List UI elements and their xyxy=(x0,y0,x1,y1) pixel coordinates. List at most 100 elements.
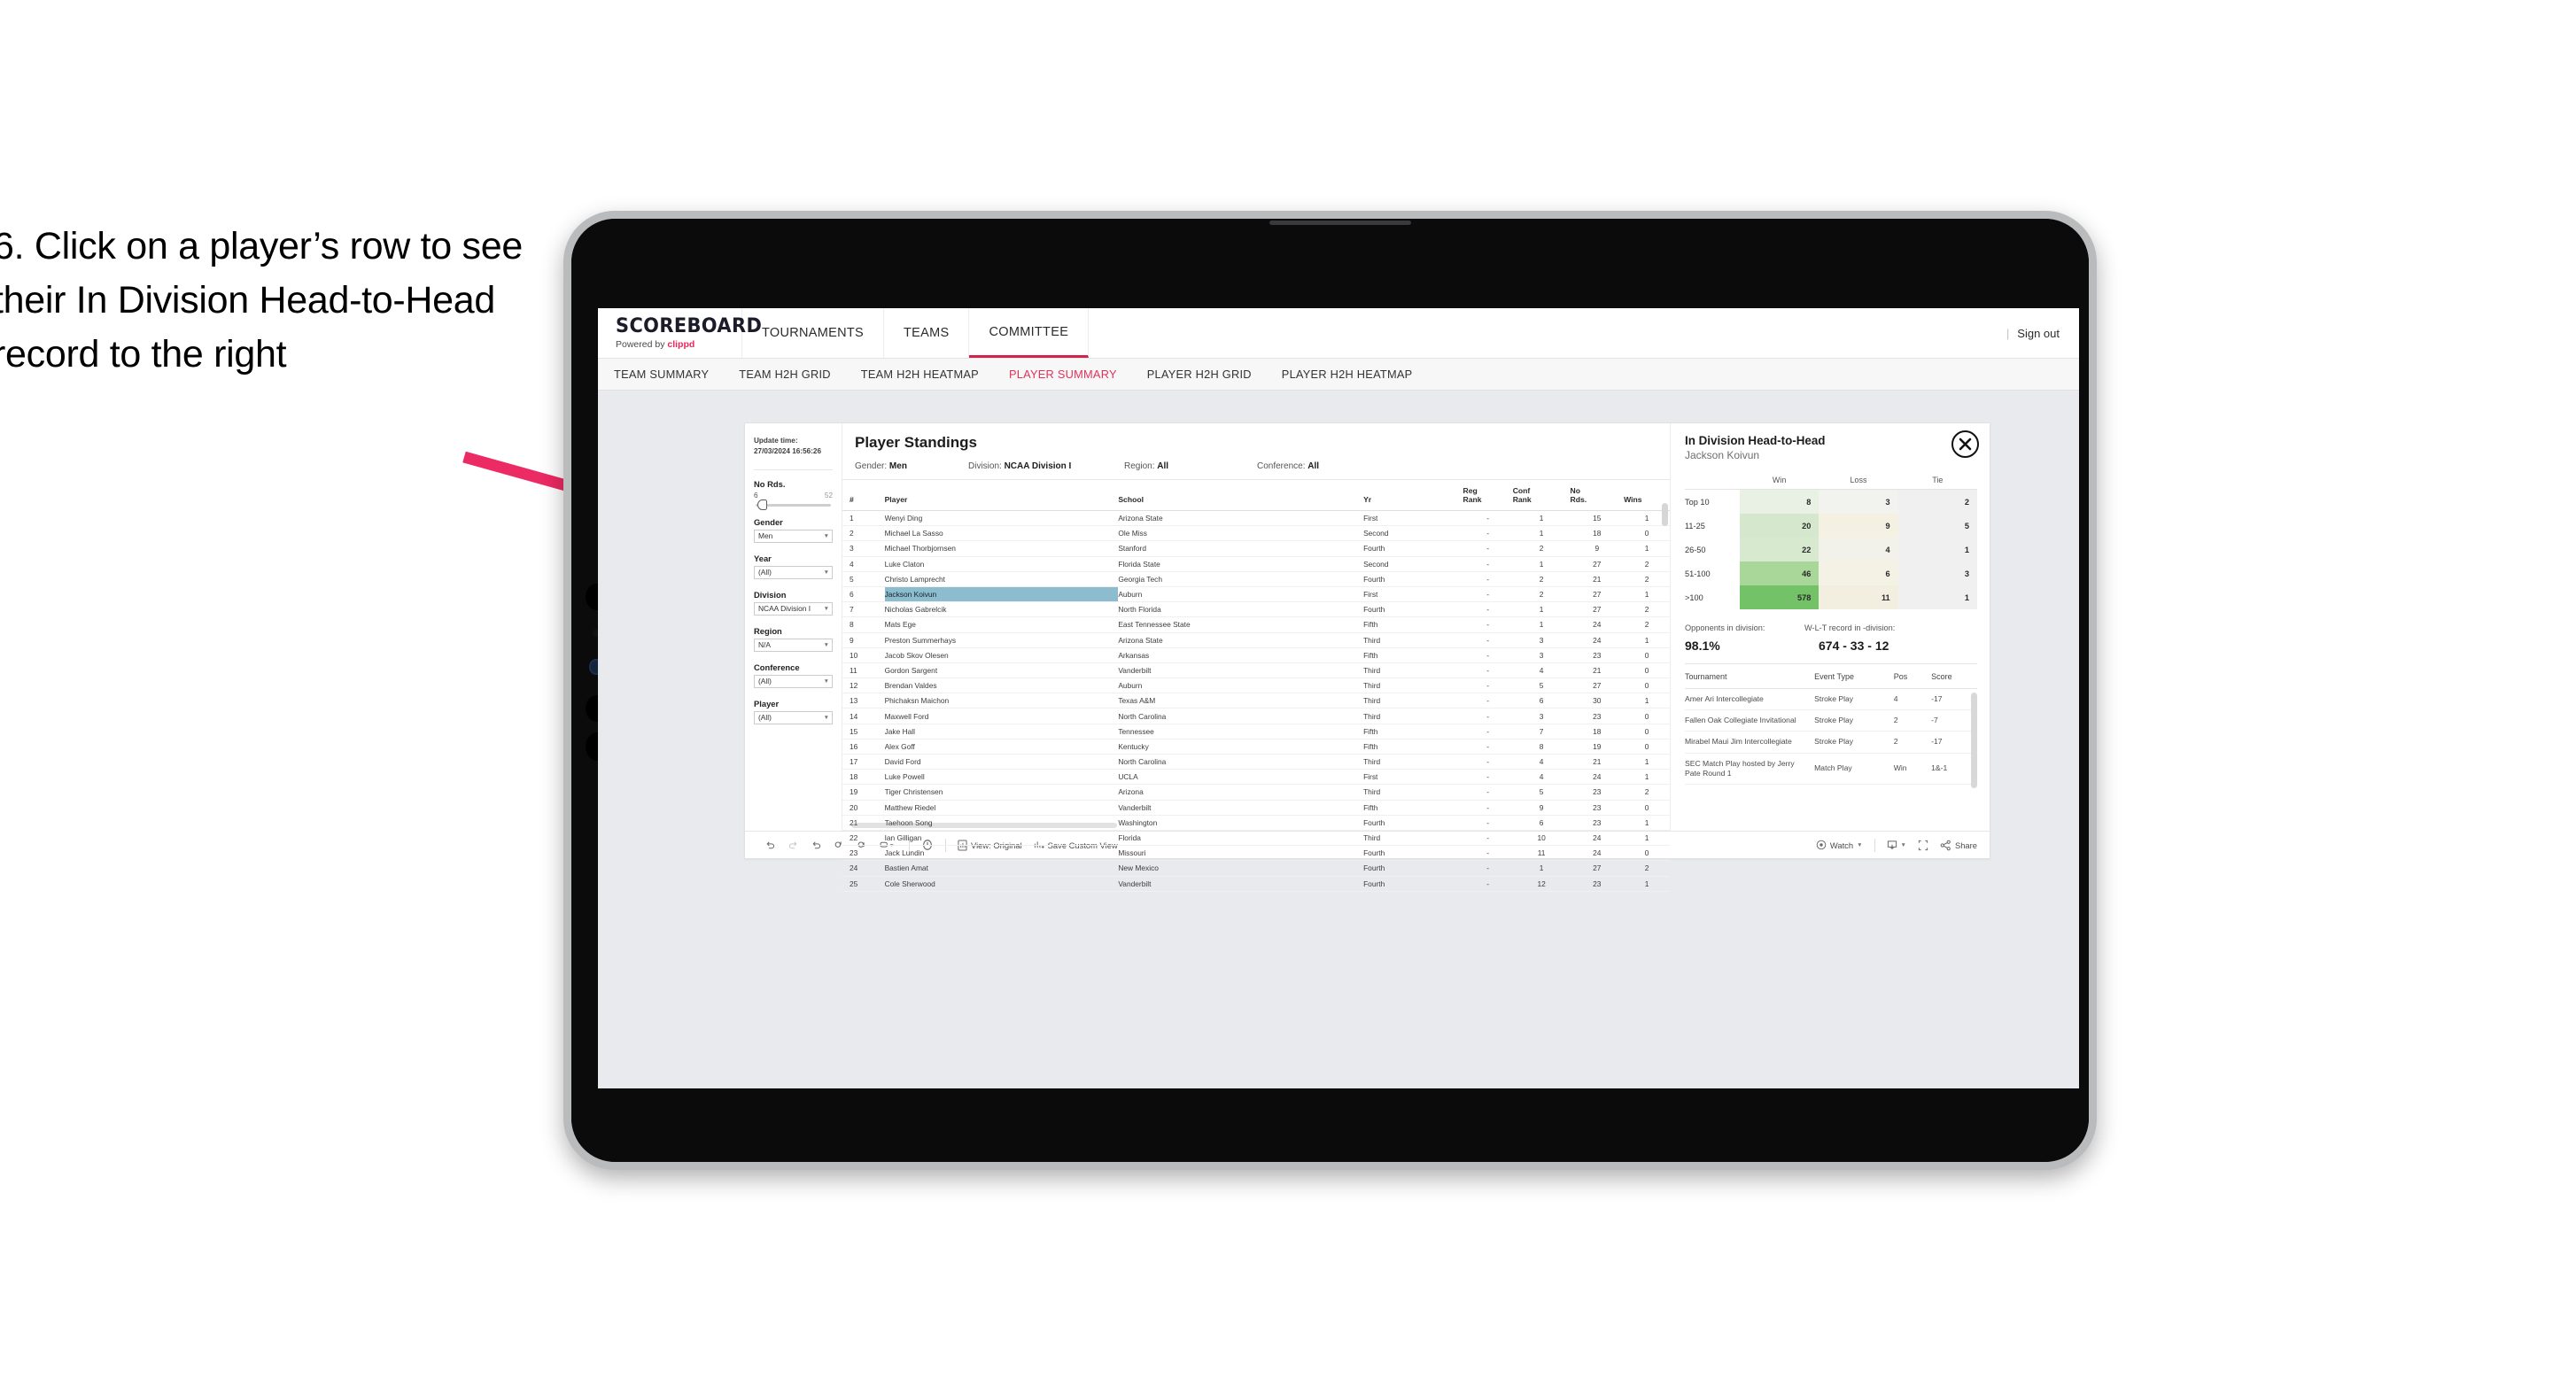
table-row[interactable]: 20 Matthew Riedel Vanderbilt Fifth -9 23 0 xyxy=(842,800,1670,816)
tab-team-summary[interactable]: TEAM SUMMARY xyxy=(614,368,709,381)
fullscreen-icon[interactable] xyxy=(1918,840,1928,851)
filter-division-select[interactable]: NCAA Division I ▼ xyxy=(754,601,833,616)
col-player[interactable]: Player xyxy=(884,480,1119,511)
cell-year: Fourth xyxy=(1363,876,1463,892)
in-division-h2h-panel: In Division Head-to-Head Jackson Koivun xyxy=(1671,423,1990,831)
filter-no-rounds[interactable]: No Rds. 6 52 xyxy=(754,479,833,511)
filter-player-select[interactable]: (All) ▼ xyxy=(754,710,833,724)
table-row[interactable]: 18 Luke Powell UCLA First -4 24 1 xyxy=(842,769,1670,786)
cell-player: Cole Sherwood xyxy=(884,876,1119,892)
col-year[interactable]: Yr xyxy=(1363,480,1463,511)
col-rank[interactable]: # xyxy=(842,480,885,511)
col-conf-rank[interactable]: Conf Rank xyxy=(1512,480,1571,511)
table-row[interactable]: 21 Taehoon Song Washington Fourth -6 23 1 xyxy=(842,815,1670,831)
table-row[interactable]: 16 Alex Goff Kentucky Fifth -8 19 0 xyxy=(842,739,1670,755)
brand-title: SCOREBOARD xyxy=(616,314,763,338)
cell-school: East Tennessee State xyxy=(1118,616,1364,633)
cell-school: Vanderbilt xyxy=(1118,662,1364,679)
tournament-table-head: Tournament Event Type Pos Score xyxy=(1685,664,1977,689)
table-row[interactable]: 25 Cole Sherwood Vanderbilt Fourth -12 23 1 xyxy=(842,876,1670,892)
undo-icon[interactable] xyxy=(764,840,776,851)
close-icon[interactable] xyxy=(1951,430,1979,458)
h2h-cell-loss: 3 xyxy=(1819,489,1898,514)
col-tournament[interactable]: Tournament xyxy=(1685,664,1815,689)
cell-year: Third xyxy=(1363,693,1463,709)
table-row[interactable]: 3 Michael Thorbjornsen Stanford Fourth -2 9 1 xyxy=(842,540,1670,557)
share-button[interactable]: Share xyxy=(1940,840,1977,851)
col-event-type[interactable]: Event Type xyxy=(1814,664,1894,689)
table-row[interactable]: 12 Brendan Valdes Auburn Third -5 27 0 xyxy=(842,678,1670,694)
cell-school: Florida xyxy=(1118,830,1364,847)
standings-vertical-scrollbar[interactable] xyxy=(1662,503,1668,526)
tab-team-h2h-heatmap[interactable]: TEAM H2H HEATMAP xyxy=(861,368,979,381)
cell-wins: 2 xyxy=(1624,860,1670,877)
filter-conference-select[interactable]: (All) ▼ xyxy=(754,674,833,688)
cell-reg-rank: - xyxy=(1463,586,1513,603)
cell-player: Luke Powell xyxy=(884,769,1119,786)
cell-player: Gordon Sargent xyxy=(884,662,1119,679)
table-row[interactable]: 14 Maxwell Ford North Carolina Third -3 23 0 xyxy=(842,708,1670,724)
cell-no-rds: 23 xyxy=(1570,647,1625,663)
table-row[interactable]: 4 Luke Claton Florida State Second -1 27 2 xyxy=(842,556,1670,572)
revert-icon[interactable] xyxy=(811,840,822,851)
cell-conf-rank: 6 xyxy=(1512,815,1571,831)
table-row[interactable]: 9 Preston Summerhays Arizona State Third -3 2… xyxy=(842,632,1670,648)
col-school[interactable]: School xyxy=(1118,480,1364,511)
meta-conference-label: Conference: xyxy=(1257,461,1308,471)
h2h-row: 26-50 22 4 1 xyxy=(1685,538,1977,561)
table-row[interactable]: 1 Wenyi Ding Arizona State First -1 15 1 xyxy=(842,510,1670,527)
brand-logo[interactable]: SCOREBOARD Powered by clippd xyxy=(598,308,763,358)
sign-out-link[interactable]: Sign out xyxy=(2017,327,2060,340)
table-row[interactable]: 22 Ian Gilligan Florida Third -10 24 1 xyxy=(842,830,1670,847)
col-reg-rank[interactable]: Reg Rank xyxy=(1463,480,1513,511)
tournament-row[interactable]: Fallen Oak Collegiate Invitational Stroke… xyxy=(1685,709,1977,732)
filter-gender-select[interactable]: Men ▼ xyxy=(754,529,833,543)
table-row[interactable]: 2 Michael La Sasso Ole Miss Second -1 18 0 xyxy=(842,525,1670,542)
table-row[interactable]: 15 Jake Hall Tennessee Fifth -7 18 0 xyxy=(842,724,1670,739)
col-no-rds[interactable]: No Rds. xyxy=(1570,480,1625,511)
table-row[interactable]: 13 Phichaksn Maichon Texas A&M Third -6 30 1 xyxy=(842,693,1670,709)
table-row[interactable]: 7 Nicholas Gabrelcik North Florida Fourth -1… xyxy=(842,601,1670,618)
tournament-row[interactable]: SEC Match Play hosted by Jerry Pate Roun… xyxy=(1685,753,1977,785)
table-row[interactable]: 8 Mats Ege East Tennessee State Fifth -1 24 2 xyxy=(842,616,1670,633)
no-rounds-slider[interactable] xyxy=(756,499,831,511)
cell-reg-rank: - xyxy=(1463,525,1513,542)
table-row[interactable]: 6 Jackson Koivun Auburn First -2 27 1 xyxy=(842,586,1670,603)
filter-region-select[interactable]: N/A ▼ xyxy=(754,638,833,652)
tournament-vertical-scrollbar[interactable] xyxy=(1971,693,1977,788)
tab-team-h2h-grid[interactable]: TEAM H2H GRID xyxy=(739,368,831,381)
table-row[interactable]: 11 Gordon Sargent Vanderbilt Third -4 21 0 xyxy=(842,662,1670,679)
table-row[interactable]: 23 Jack Lundin Missouri Fourth -11 24 0 xyxy=(842,845,1670,862)
watch-label: Watch xyxy=(1829,840,1854,850)
tournament-row[interactable]: Mirabel Maui Jim Intercollegiate Stroke P… xyxy=(1685,731,1977,754)
filter-year-select[interactable]: (All) ▼ xyxy=(754,565,833,579)
table-row[interactable]: 10 Jacob Skov Olesen Arkansas Fifth -3 23 0 xyxy=(842,647,1670,663)
tab-player-h2h-heatmap[interactable]: PLAYER H2H HEATMAP xyxy=(1282,368,1413,381)
download-button[interactable]: ▼ xyxy=(1887,840,1906,851)
col-pos[interactable]: Pos xyxy=(1893,664,1932,689)
chevron-down-icon: ▼ xyxy=(823,532,829,539)
cell-reg-rank: - xyxy=(1463,540,1513,557)
table-row[interactable]: 17 David Ford North Carolina Third -4 21 1 xyxy=(842,754,1670,770)
cell-rank: 5 xyxy=(842,571,885,587)
redo-icon[interactable] xyxy=(788,840,799,851)
nav-item-tournaments[interactable]: TOURNAMENTS xyxy=(742,308,885,358)
cell-player: Maxwell Ford xyxy=(884,708,1119,724)
tournament-row[interactable]: Amer Ari Intercollegiate Stroke Play 4 -17 xyxy=(1685,688,1977,711)
table-row[interactable]: 19 Tiger Christensen Arizona Third -5 23 2 xyxy=(842,784,1670,801)
cell-year: Fifth xyxy=(1363,739,1463,755)
cell-wins: 0 xyxy=(1624,724,1670,739)
cell-conf-rank: 10 xyxy=(1512,830,1571,847)
nav-item-committee[interactable]: COMMITTEE xyxy=(969,308,1090,358)
filter-sidebar: Update time: 27/03/2024 16:56:26 No Rds.… xyxy=(745,423,842,831)
table-row[interactable]: 5 Christo Lamprecht Georgia Tech Fourth -2 21… xyxy=(842,571,1670,587)
tab-player-h2h-grid[interactable]: PLAYER H2H GRID xyxy=(1147,368,1252,381)
col-score[interactable]: Score xyxy=(1931,664,1977,689)
update-time: Update time: 27/03/2024 16:56:26 xyxy=(754,436,833,457)
no-rounds-slider-handle[interactable] xyxy=(757,499,767,511)
cell-rank: 13 xyxy=(842,693,885,709)
tab-player-summary[interactable]: PLAYER SUMMARY xyxy=(1009,368,1117,381)
watch-button[interactable]: Watch ▼ xyxy=(1816,840,1863,850)
nav-item-teams[interactable]: TEAMS xyxy=(884,308,970,358)
table-row[interactable]: 24 Bastien Amat New Mexico Fourth -1 27 2 xyxy=(842,860,1670,877)
